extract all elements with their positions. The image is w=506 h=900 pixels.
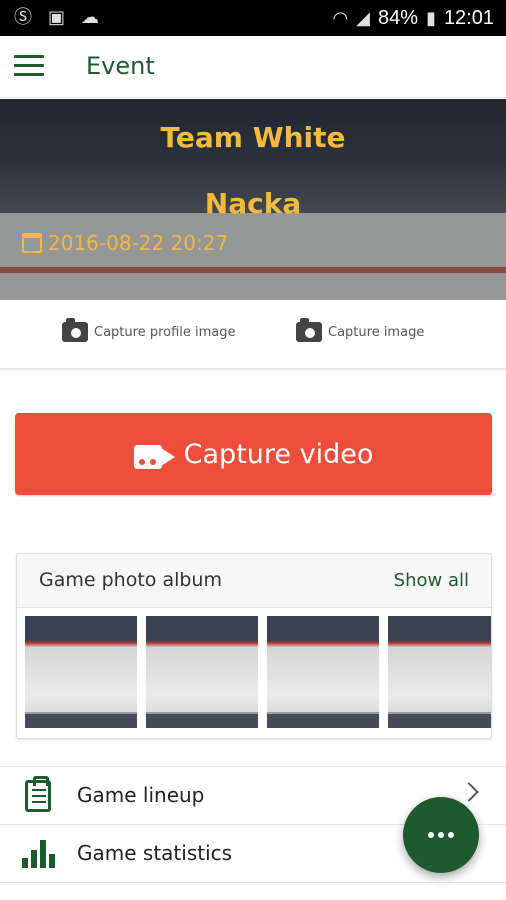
- album-title: Game photo album: [39, 569, 222, 591]
- photo-thumbnail[interactable]: [267, 616, 379, 728]
- cloud-icon: ☁: [81, 7, 100, 28]
- team-name: Team White: [160, 121, 346, 154]
- photo-thumbnail[interactable]: [146, 616, 258, 728]
- battery-percent: 84%: [378, 6, 419, 29]
- bar-chart-icon: [22, 836, 56, 872]
- menu-item-label: Game lineup: [77, 783, 205, 807]
- battery-icon: ▮: [426, 8, 436, 28]
- show-all-link[interactable]: Show all: [394, 570, 469, 591]
- event-datetime-text: 2016-08-22 20:27: [48, 231, 229, 255]
- skype-icon: Ⓢ: [14, 7, 32, 28]
- video-camera-icon: [133, 439, 176, 469]
- signal-icon: ◢: [356, 8, 370, 28]
- app-bar: Event: [0, 36, 506, 98]
- capture-image-button[interactable]: Capture image: [296, 318, 425, 342]
- gallery-icon: ▣: [48, 7, 66, 28]
- camera-icon: [62, 318, 88, 342]
- capture-profile-image-button[interactable]: Capture profile image: [62, 318, 236, 342]
- photo-thumbnails: [25, 616, 491, 728]
- album-header: Game photo album Show all: [17, 554, 491, 608]
- photo-thumbnail[interactable]: [25, 616, 137, 728]
- capture-video-button[interactable]: Capture video: [15, 413, 492, 495]
- more-options-fab[interactable]: [403, 797, 479, 873]
- capture-profile-image-label: Capture profile image: [94, 324, 236, 340]
- photo-thumbnail[interactable]: [388, 616, 491, 728]
- capture-image-label: Capture image: [328, 324, 425, 340]
- clipboard-icon: [22, 776, 56, 814]
- capture-video-label: Capture video: [183, 438, 374, 470]
- game-photo-album: Game photo album Show all: [16, 553, 492, 739]
- hamburger-menu-icon[interactable]: [14, 55, 44, 79]
- more-dots-icon: [428, 832, 434, 838]
- camera-icon: [296, 318, 322, 342]
- clock: 12:01: [443, 6, 494, 29]
- wifi-icon: ◠: [332, 8, 349, 28]
- opponent-name: Nacka: [204, 187, 302, 220]
- chevron-right-icon: [459, 782, 479, 802]
- event-datetime: 2016-08-22 20:27: [22, 231, 228, 255]
- capture-options: Capture profile image Capture image: [0, 300, 506, 370]
- status-bar: Ⓢ ▣ ☁ ◠ ◢ 84% ▮ 12:01: [0, 0, 506, 36]
- event-hero-banner: Team White Nacka 2016-08-22 20:27: [0, 99, 506, 300]
- menu-item-label: Game statistics: [77, 841, 233, 865]
- page-title: Event: [86, 52, 155, 80]
- calendar-icon: [22, 233, 42, 253]
- menu-item-partial[interactable]: [0, 882, 506, 900]
